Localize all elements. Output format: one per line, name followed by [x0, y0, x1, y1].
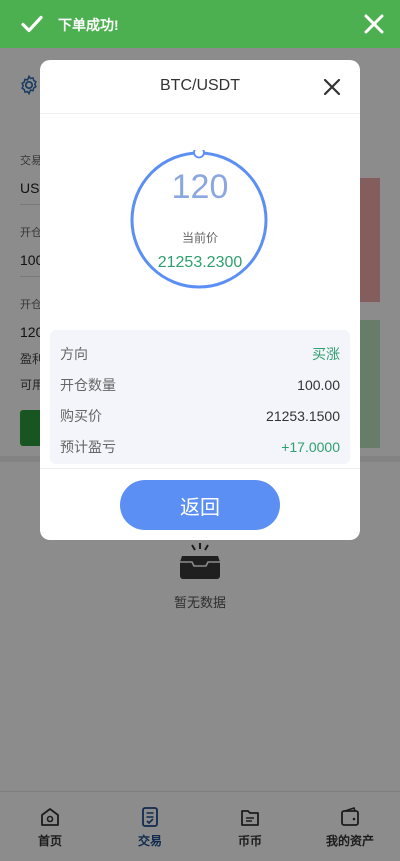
toast-message: 下单成功! — [58, 17, 119, 33]
info-value: +17.0000 — [281, 438, 340, 455]
info-key: 开仓数量 — [60, 376, 116, 393]
success-toast: 下单成功! — [0, 0, 400, 48]
countdown-number: 120 — [171, 168, 229, 206]
info-value: 100.00 — [297, 376, 340, 393]
info-value: 买涨 — [312, 345, 340, 362]
info-key: 购买价 — [60, 407, 102, 424]
modal-title: BTC/USDT — [160, 77, 240, 94]
current-price-value: 21253.2300 — [157, 254, 243, 271]
info-row-direction: 方向 买涨 — [60, 338, 340, 369]
divider — [40, 468, 360, 469]
order-result-modal: BTC/USDT 120 当前价 21253.2300 方向 买涨 开仓数量 1… — [40, 60, 360, 540]
modal-header: BTC/USDT — [40, 60, 360, 114]
return-button[interactable]: 返回 — [120, 480, 280, 530]
order-info-panel: 方向 买涨 开仓数量 100.00 购买价 21253.1500 预计盈亏 +1… — [50, 330, 350, 464]
close-icon[interactable] — [322, 77, 342, 97]
info-row-buy-price: 购买价 21253.1500 — [60, 400, 340, 431]
close-icon[interactable] — [362, 12, 386, 36]
current-price-label: 当前价 — [181, 231, 218, 245]
info-key: 预计盈亏 — [60, 438, 116, 455]
info-key: 方向 — [60, 345, 88, 362]
check-icon — [21, 15, 43, 33]
info-row-expected-pnl: 预计盈亏 +17.0000 — [60, 431, 340, 462]
info-value: 21253.1500 — [266, 407, 340, 424]
info-row-quantity: 开仓数量 100.00 — [60, 369, 340, 400]
